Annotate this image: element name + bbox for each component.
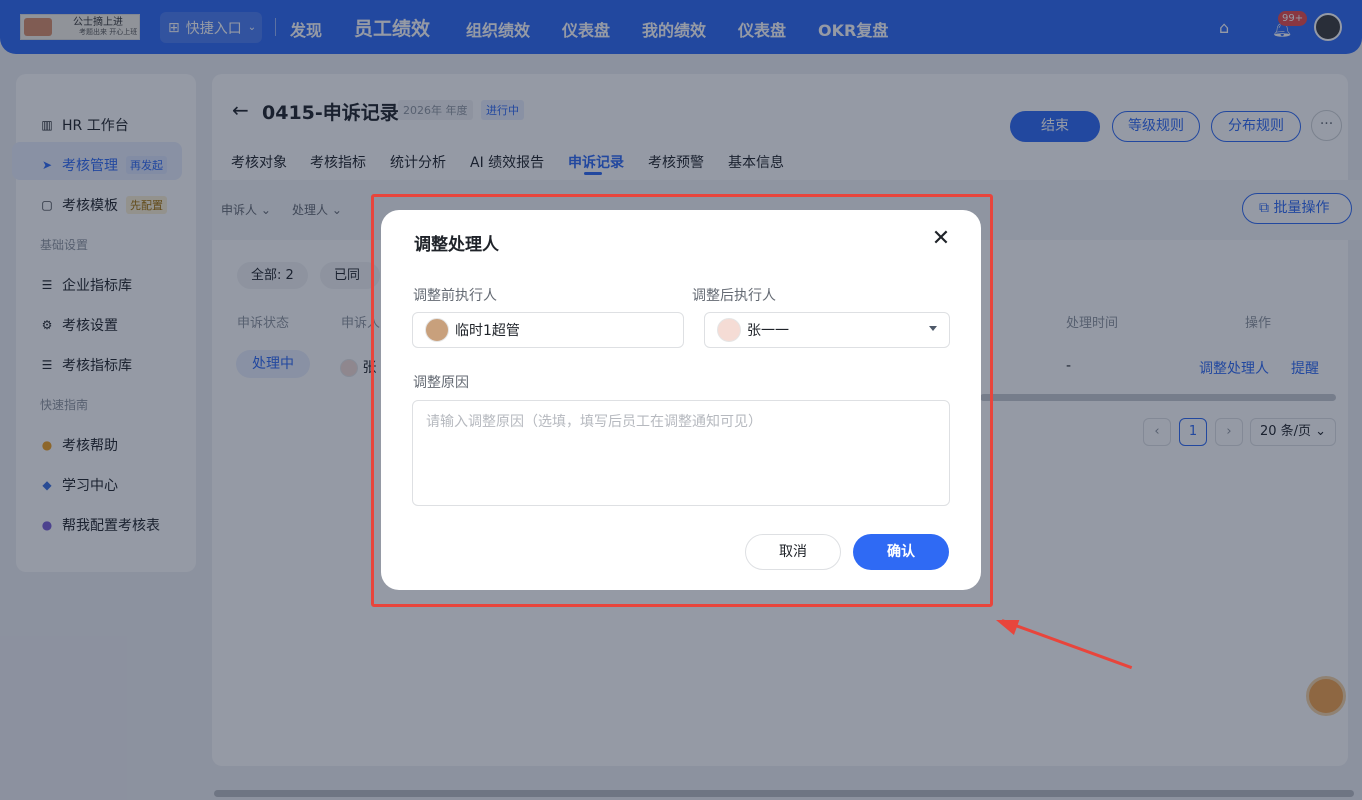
annotation-highlight-box xyxy=(371,194,993,607)
